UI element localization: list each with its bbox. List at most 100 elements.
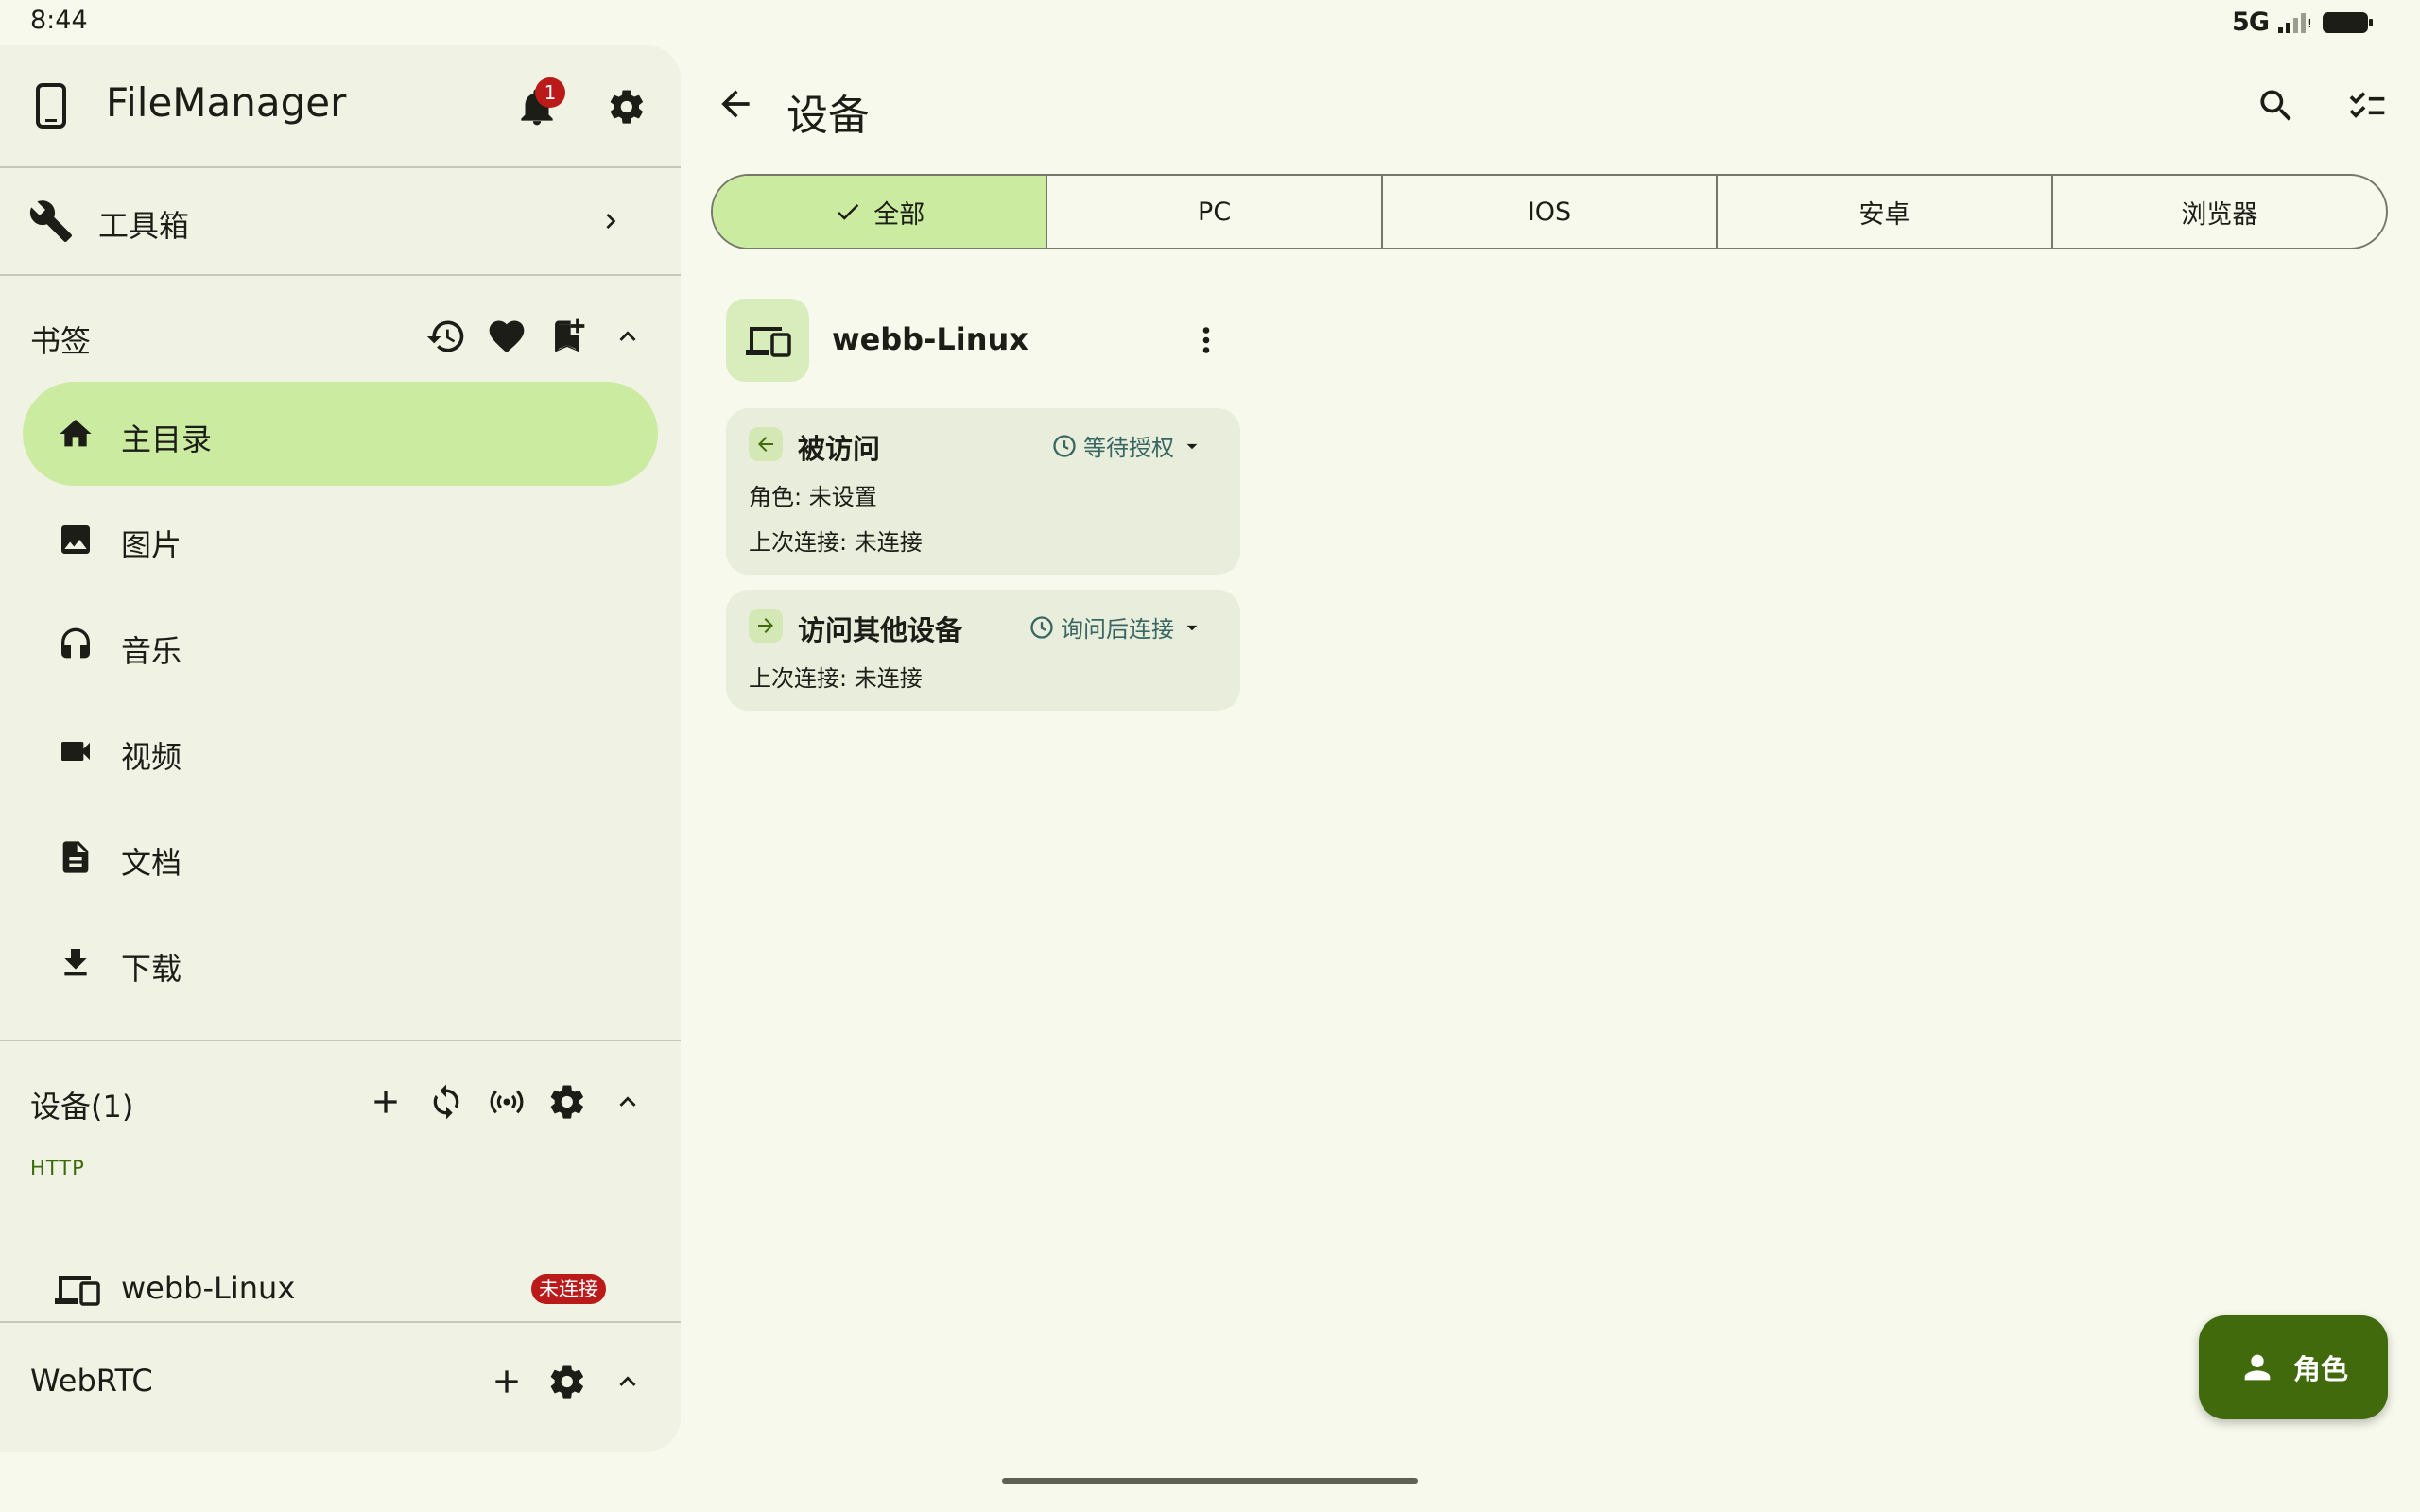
arrow-right-icon [749,609,783,643]
tab-pc[interactable]: PC [1046,176,1380,248]
status-bar: 8:44 5G ! [0,0,2420,43]
bookmark-label: 文档 [121,845,182,881]
history-icon[interactable] [416,312,476,361]
toolbox-label: 工具箱 [98,208,190,244]
status-badge: 未连接 [531,1274,606,1304]
chevron-right-icon [596,206,626,236]
devices-actions [355,1077,658,1126]
outgoing-status-dropdown[interactable]: 询问后连接 [1028,610,1204,644]
tab-all[interactable]: 全部 [713,176,1046,248]
navigation-drawer: FileManager 1 工具箱 书签 主目录 图片 音乐 视频 文档 下载 … [0,45,681,1452]
devices-settings-icon[interactable] [537,1077,597,1126]
download-icon [57,944,95,982]
outgoing-status: 询问后连接 [1061,616,1174,643]
back-arrow-icon[interactable] [715,83,756,125]
bookmarks-header: 书签 [0,299,681,374]
outgoing-access-card: 访问其他设备 询问后连接 上次连接: 未连接 [726,590,1240,711]
incoming-status-dropdown[interactable]: 等待授权 [1051,429,1204,462]
sync-icon[interactable] [416,1077,476,1126]
svg-text:!: ! [2308,17,2312,30]
chevron-up-icon[interactable] [597,1077,658,1126]
wrench-icon [28,198,74,244]
device-item[interactable]: webb-Linux 未连接 [23,1236,658,1340]
bookmark-add-icon[interactable] [537,312,597,361]
bookmarks-actions [416,312,658,361]
device-name: webb-Linux [121,1270,296,1306]
tab-label: 全部 [873,199,925,230]
toolbox-row[interactable]: 工具箱 [0,168,681,272]
chevron-up-icon[interactable] [597,312,658,361]
role-line: 角色: 未设置 [749,484,877,510]
tab-label: 安卓 [1858,199,1910,230]
bookmark-downloads[interactable]: 下载 [23,911,658,1015]
devices-icon [744,323,791,357]
device-name: webb-Linux [832,321,1028,357]
bookmark-documents[interactable]: 文档 [23,805,658,909]
bookmark-pictures[interactable]: 图片 [23,488,658,592]
home-indicator[interactable] [1002,1478,1418,1484]
notification-badge: 1 [535,77,565,108]
tab-android[interactable]: 安卓 [1716,176,2050,248]
broadcast-icon[interactable] [476,1077,537,1126]
role-fab[interactable]: 角色 [2199,1315,2388,1419]
network-type: 5G [2232,8,2270,37]
bookmark-home[interactable]: 主目录 [23,382,658,486]
clock-icon [1051,433,1078,459]
chevron-up-icon[interactable] [597,1357,658,1406]
add-device-icon[interactable] [355,1077,416,1126]
webrtc-header: WebRTC [0,1344,681,1419]
last-connection: 上次连接: 未连接 [749,529,923,556]
favorite-icon[interactable] [476,312,537,361]
incoming-access-card: 被访问 等待授权 角色: 未设置 上次连接: 未连接 [726,408,1240,575]
tab-browser[interactable]: 浏览器 [2050,176,2386,248]
dropdown-arrow-icon [1180,615,1204,640]
status-time: 8:44 [30,6,88,35]
bookmark-label: 音乐 [121,633,182,669]
devices-icon [53,1272,100,1306]
check-icon [834,198,862,226]
videocam-icon [57,732,95,770]
devices-title: 设备(1) [30,1089,134,1125]
tab-label: PC [1198,197,1232,227]
drawer-header: FileManager 1 [0,45,681,166]
bookmark-label: 下载 [121,951,182,987]
dropdown-arrow-icon [1180,434,1204,458]
search-icon[interactable] [2256,85,2297,127]
divider [0,274,681,276]
more-vert-icon[interactable] [1189,321,1223,359]
divider [0,1321,681,1323]
status-indicators: 5G ! [2232,8,2375,37]
app-title: FileManager [106,79,347,126]
tab-ios[interactable]: IOS [1380,176,1716,248]
bookmark-label: 图片 [121,527,182,563]
device-card-header: webb-Linux [726,299,1236,382]
group-label-http: HTTP [30,1157,85,1179]
document-icon [57,838,95,876]
webrtc-settings-icon[interactable] [537,1357,597,1406]
top-app-bar: 设备 [681,45,2420,166]
devices-header: 设备(1) [0,1064,681,1140]
bookmarks-title: 书签 [30,323,92,359]
webrtc-actions [476,1357,658,1406]
divider [0,1040,681,1041]
bookmark-label: 视频 [121,739,182,775]
add-icon[interactable] [476,1357,537,1406]
device-avatar [726,299,809,382]
bookmark-music[interactable]: 音乐 [23,593,658,697]
last-connection: 上次连接: 未连接 [749,665,923,692]
bookmark-videos[interactable]: 视频 [23,699,658,803]
checklist-icon[interactable] [2346,85,2388,127]
page-title: 设备 [786,92,870,140]
webrtc-title: WebRTC [30,1363,153,1399]
incoming-status: 等待授权 [1083,435,1174,461]
tab-label: 浏览器 [2181,199,2258,230]
signal-icon: ! [2276,10,2314,35]
person-icon [2238,1349,2276,1386]
fab-label: 角色 [2292,1353,2348,1385]
settings-button[interactable] [607,87,647,127]
incoming-title: 被访问 [798,433,881,465]
home-icon [57,415,95,453]
battery-icon [2322,9,2375,36]
bookmark-label: 主目录 [121,421,213,457]
device-type-filter: 全部 PC IOS 安卓 浏览器 [711,174,2388,249]
